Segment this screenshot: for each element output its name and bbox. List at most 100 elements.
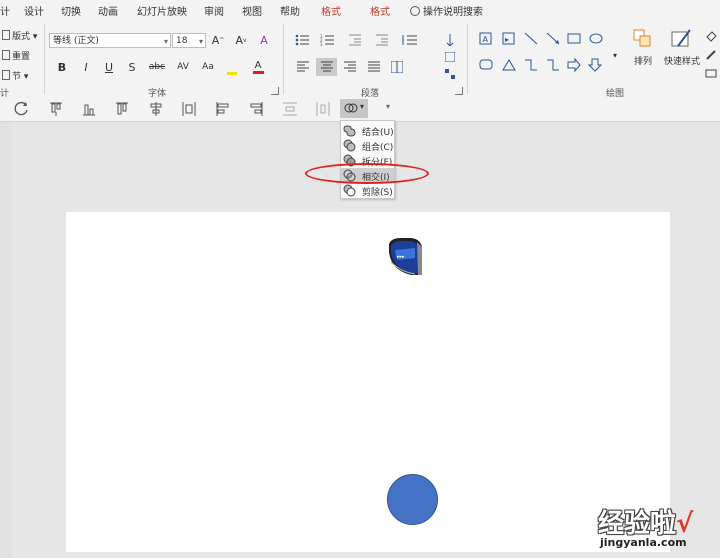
chevron-down-icon: ▾ (21, 72, 29, 82)
menu-tab-review[interactable]: 审阅 (204, 3, 224, 18)
menu-tab-format-1[interactable]: 格式 (321, 3, 341, 18)
lightbulb-icon (410, 6, 420, 16)
merge-combine-item[interactable]: 组合(C) (341, 138, 394, 153)
font-dialog-launcher-icon[interactable] (271, 87, 279, 95)
menu-tab-animations[interactable]: 动画 (98, 3, 118, 18)
align-center-icon (320, 61, 333, 72)
smartart-button[interactable] (443, 67, 457, 81)
italic-button[interactable]: I (79, 59, 93, 75)
arrange-label: 排列 (634, 57, 653, 67)
increase-font-size-button[interactable]: A ^ (211, 32, 225, 48)
merge-shapes-button[interactable]: ▾ (340, 99, 368, 118)
menu-tab-partial[interactable]: 计 (0, 3, 10, 18)
character-spacing-button[interactable]: AV (173, 59, 193, 75)
align-middle-icon[interactable] (114, 101, 130, 117)
font-color-swatch (252, 70, 264, 74)
distribute-vertical-icon[interactable] (282, 101, 298, 117)
numbering-button[interactable]: 123 (318, 32, 336, 48)
chevron-down-icon: ▾ (360, 102, 365, 111)
menu-tab-format-2[interactable]: 格式 (370, 3, 390, 18)
section-icon (2, 70, 10, 80)
combine-icon (343, 139, 356, 152)
underline-button[interactable]: U (102, 59, 116, 75)
shape-gallery-more-button[interactable]: ▾ (610, 35, 620, 75)
menu-tab-slideshow[interactable]: 幻灯片放映 (137, 3, 187, 18)
bullets-button[interactable] (293, 32, 311, 48)
font-name-value: 等线 (正文) (53, 36, 99, 46)
shape-outline-button[interactable] (704, 48, 718, 62)
menu-tab-design[interactable]: 设计 (24, 3, 44, 18)
red-highlight-ellipse (305, 163, 429, 184)
align-left-objects-icon[interactable] (215, 101, 231, 117)
phone-image-intersected[interactable]: ▸▸▸ (387, 238, 423, 276)
watermark-logo: 经验啦√ (598, 503, 693, 540)
ribbon: 版式 ▾ 重置 节 ▾ 计 等线 (正文) ▾ 18 ▾ A ^ Av A B I U… (0, 20, 720, 99)
change-case-button[interactable]: Aa (198, 59, 218, 75)
justify-button[interactable] (366, 59, 382, 75)
merge-union-label: 结合(U) (362, 128, 394, 138)
align-left-button[interactable] (295, 59, 311, 75)
shape-effects-button[interactable] (704, 66, 718, 80)
increase-indent-button[interactable] (374, 32, 390, 48)
align-left-icon (297, 61, 309, 72)
align-text-button[interactable] (443, 50, 457, 64)
bold-button[interactable]: B (55, 59, 69, 75)
layout-button[interactable]: 版式 ▾ (2, 29, 37, 42)
shape-gallery[interactable]: A ▸ (476, 30, 606, 80)
smartart-icon (445, 69, 455, 79)
line-spacing-button[interactable] (399, 32, 419, 48)
clear-formatting-button[interactable]: A (256, 32, 272, 48)
strikethrough-button[interactable]: abc (147, 59, 167, 75)
font-name-combo[interactable]: 等线 (正文) ▾ (49, 33, 171, 48)
rotate-icon[interactable] (14, 101, 30, 117)
align-text-icon (445, 52, 455, 62)
align-right-icon (344, 61, 356, 72)
reset-button[interactable]: 重置 (2, 49, 30, 62)
align-bottom-icon[interactable] (81, 101, 97, 117)
distribute-icon[interactable] (181, 101, 197, 117)
layout-label: 版式 (12, 32, 31, 42)
columns-button[interactable] (389, 59, 405, 75)
line-spacing-icon (402, 35, 417, 45)
blue-circle-shape[interactable] (387, 474, 438, 525)
arrange-button[interactable]: 排列 (628, 28, 658, 78)
distribute-horizontal-icon[interactable] (315, 101, 331, 117)
quick-styles-button[interactable]: 快速样式 (662, 28, 702, 78)
font-color-button[interactable]: A (250, 59, 266, 75)
text-direction-button[interactable] (443, 32, 457, 48)
align-right-objects-icon[interactable] (248, 101, 264, 117)
subtract-icon (343, 184, 356, 197)
union-icon (343, 125, 356, 137)
font-size-combo[interactable]: 18 ▾ (172, 33, 206, 48)
merge-subtract-item[interactable]: 剪除(S) (341, 183, 394, 198)
justify-icon (368, 61, 380, 72)
tell-me-search[interactable]: 操作说明搜索 (410, 3, 483, 18)
check-icon: √ (676, 509, 694, 539)
reset-icon (2, 50, 10, 60)
shape-fill-button[interactable] (704, 30, 718, 44)
menu-tab-view[interactable]: 视图 (242, 3, 262, 18)
paragraph-dialog-launcher-icon[interactable] (455, 87, 463, 95)
highlight-color-button[interactable] (224, 59, 240, 75)
decrease-font-size-button[interactable]: Av (234, 32, 248, 48)
menu-tab-transitions[interactable]: 切换 (61, 3, 81, 18)
chevron-down-icon: ▾ (30, 32, 38, 42)
layout-icon (2, 30, 10, 40)
section-button[interactable]: 节 ▾ (2, 69, 28, 82)
align-top-icon[interactable] (48, 101, 64, 117)
section-label: 节 (12, 72, 22, 82)
align-center-button[interactable] (316, 58, 337, 76)
merge-union-item[interactable]: 结合(U) (341, 123, 394, 138)
svg-text:▸▸▸: ▸▸▸ (397, 254, 405, 260)
merge-shapes-icon (344, 103, 358, 113)
align-center-vertical-icon[interactable] (148, 101, 164, 117)
watermark-text: 经验啦 (598, 509, 677, 539)
shadow-text-button[interactable]: S (125, 59, 139, 75)
chevron-down-icon: ▾ (198, 37, 203, 46)
align-right-button[interactable] (342, 59, 358, 75)
customize-toolbar-icon[interactable]: ▾ (386, 102, 390, 111)
menu-tab-help[interactable]: 帮助 (280, 3, 300, 18)
merge-subtract-label: 剪除(S) (362, 188, 393, 198)
decrease-indent-button[interactable] (347, 32, 363, 48)
slide-canvas[interactable] (66, 212, 670, 552)
